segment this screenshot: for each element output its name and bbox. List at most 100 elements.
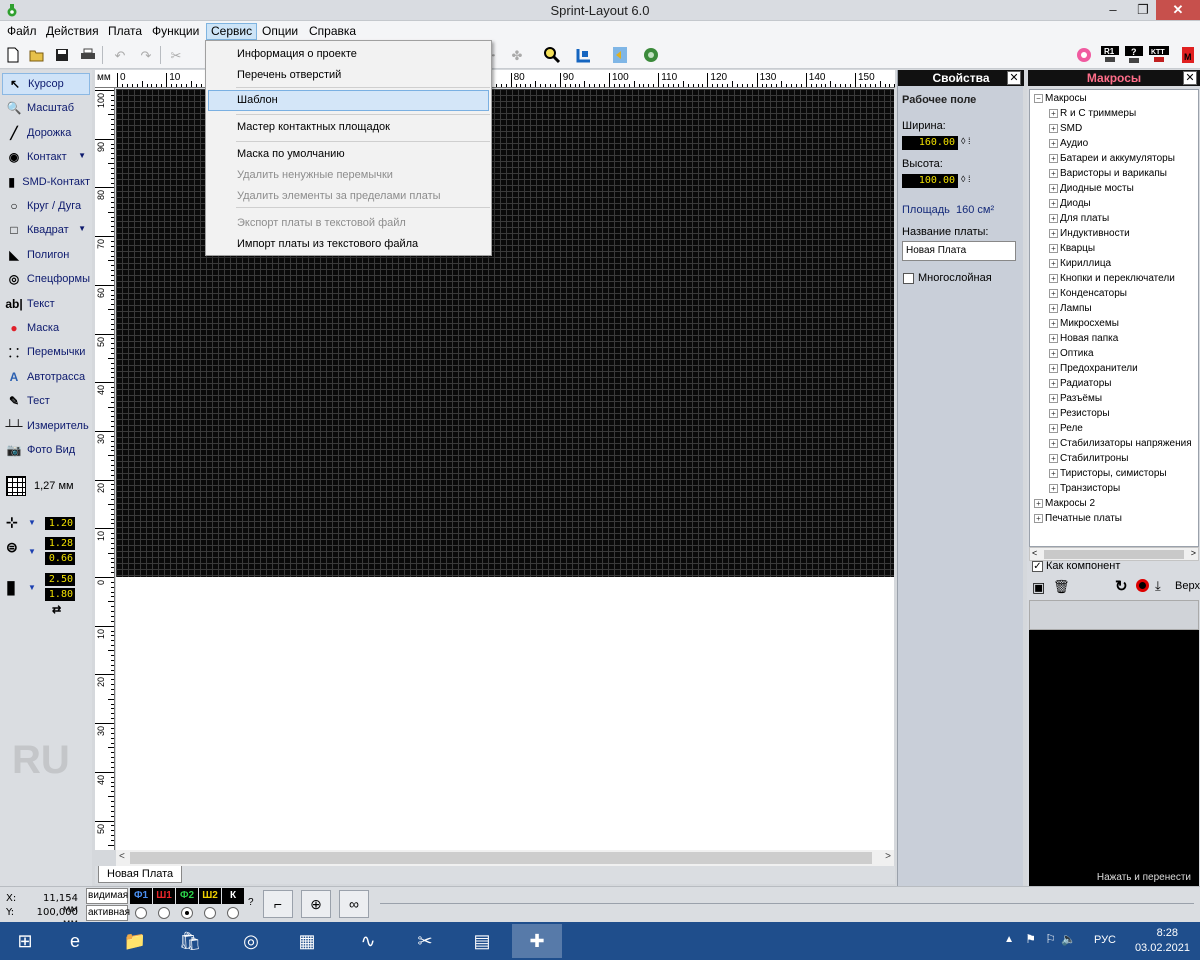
tool-measure[interactable]: ┴┴ Измеритель <box>2 415 90 437</box>
expand-icon[interactable]: + <box>1049 423 1058 433</box>
expand-icon[interactable]: + <box>1049 483 1058 493</box>
tree-node[interactable]: + Транзисторы <box>1049 481 1120 496</box>
tool-cursor[interactable]: ↖ Курсор <box>2 73 90 95</box>
canvas-outside-board[interactable] <box>116 577 894 850</box>
save-macro-icon[interactable]: ▣ <box>1032 579 1045 596</box>
tree-node[interactable]: − Макросы <box>1034 91 1087 106</box>
tree-node[interactable]: + Предохранители <box>1049 361 1138 376</box>
new-file-icon[interactable] <box>3 45 23 65</box>
expand-icon[interactable]: + <box>1049 333 1058 343</box>
tree-node[interactable]: + Оптика <box>1049 346 1094 361</box>
layer-3-visible-toggle[interactable]: Ш2 <box>199 888 221 904</box>
redo-icon[interactable]: ↷ <box>136 45 156 65</box>
scroll-thumb[interactable] <box>130 852 872 864</box>
mask-toggle-icon[interactable] <box>1074 45 1094 65</box>
expand-icon[interactable]: + <box>1049 108 1058 118</box>
tray-time[interactable]: 8:28 <box>1157 927 1178 939</box>
tool-test[interactable]: ✎ Тест <box>2 390 90 412</box>
tool-circle[interactable]: ○ Круг / Дуга <box>2 195 90 217</box>
calculator-icon[interactable]: ▦ <box>282 924 332 958</box>
height-field[interactable]: 100.00 <box>902 174 958 188</box>
expand-icon[interactable]: + <box>1049 408 1058 418</box>
scroll-thumb[interactable] <box>1044 550 1184 559</box>
layer-0-active-radio[interactable] <box>135 907 147 919</box>
menu-item-1[interactable]: Перечень отверстий <box>208 65 489 86</box>
tool-jumpers[interactable]: ⸬ Перемычки <box>2 341 90 363</box>
expand-icon[interactable]: + <box>1049 198 1058 208</box>
menu-item-2[interactable]: Шаблон <box>208 90 489 111</box>
tool-zoom[interactable]: 🔍 Масштаб <box>2 97 90 119</box>
tree-node[interactable]: + Тиристоры, симисторы <box>1049 466 1167 481</box>
tree-node[interactable]: + Радиаторы <box>1049 376 1111 391</box>
collapse-icon[interactable]: − <box>1034 93 1043 103</box>
width-field[interactable]: 160.00 <box>902 136 958 150</box>
macro-preview[interactable]: Нажать и перенести <box>1029 630 1199 886</box>
layer-pairs-button[interactable]: ⌐ <box>263 890 293 918</box>
open-folder-icon[interactable] <box>27 45 47 65</box>
track-width-icon[interactable]: ⊹ <box>6 514 18 531</box>
expand-icon[interactable]: + <box>1049 288 1058 298</box>
tool-text[interactable]: ab| Текст <box>2 293 90 315</box>
pad-inner-field[interactable]: 0.66 <box>45 552 75 565</box>
scroll-left-icon[interactable]: < <box>119 851 125 862</box>
sprint-layout-alt-icon[interactable]: ▤ <box>457 924 507 958</box>
pad-size-icon[interactable]: ⊜ <box>6 539 18 556</box>
undo-icon[interactable]: ↶ <box>110 45 130 65</box>
internet-explorer-icon[interactable]: e <box>50 924 100 958</box>
tree-node[interactable]: + Диодные мосты <box>1049 181 1134 196</box>
tray-flag-icon[interactable]: ⚐ <box>1045 932 1056 946</box>
tree-node[interactable]: + Новая папка <box>1049 331 1118 346</box>
tree-node[interactable]: + Стабилитроны <box>1049 451 1128 466</box>
dropdown-arrow-icon[interactable]: ▼ <box>78 151 86 160</box>
pad-tool-button[interactable]: ⊕ <box>301 890 331 918</box>
paint-icon[interactable]: ✂ <box>400 924 450 958</box>
tool-square[interactable]: □ Квадрат ▼ <box>2 219 90 241</box>
expand-icon[interactable]: + <box>1049 168 1058 178</box>
height-spin-icon[interactable]: ◊ ⁞ <box>961 174 970 184</box>
tab-board[interactable]: Новая Плата <box>98 866 183 883</box>
expand-icon[interactable]: + <box>1049 228 1058 238</box>
tool-track[interactable]: ╱ Дорожка <box>2 122 90 144</box>
expand-icon[interactable]: + <box>1049 378 1058 388</box>
chrome-icon[interactable]: ◎ <box>226 924 276 958</box>
menu-board[interactable]: Плата <box>104 23 146 40</box>
expand-icon[interactable]: + <box>1049 138 1058 148</box>
tree-node[interactable]: + Варисторы и варикапы <box>1049 166 1167 181</box>
tree-node[interactable]: + Батареи и аккумуляторы <box>1049 151 1175 166</box>
oscilloscope-icon[interactable]: ∿ <box>343 924 393 958</box>
scroll-right-icon[interactable]: > <box>885 851 891 862</box>
smd-size-icon[interactable]: ▮ <box>6 577 16 598</box>
tree-node[interactable]: + Макросы 2 <box>1034 496 1095 511</box>
menu-help[interactable]: Справка <box>305 23 360 40</box>
expand-icon[interactable]: + <box>1034 498 1043 508</box>
macros-close-icon[interactable]: ✕ <box>1183 71 1197 85</box>
layer-2-visible-toggle[interactable]: Ф2 <box>176 888 198 904</box>
file-explorer-icon[interactable]: 📁 <box>110 924 160 958</box>
board-name-field[interactable]: Новая Плата <box>902 241 1016 261</box>
layer-3-active-radio[interactable] <box>204 907 216 919</box>
record-icon[interactable] <box>1136 579 1149 592</box>
minimize-button[interactable]: – <box>1096 0 1130 20</box>
store-icon[interactable]: 🛍 <box>165 924 215 958</box>
layers-help-icon[interactable]: ? <box>248 897 254 908</box>
layer-0-visible-toggle[interactable]: Ф1 <box>130 888 152 904</box>
layer-4-active-radio[interactable] <box>227 907 239 919</box>
expand-icon[interactable]: + <box>1049 153 1058 163</box>
tray-date[interactable]: 03.02.2021 <box>1135 942 1190 954</box>
import-image-icon[interactable] <box>610 45 630 65</box>
tree-node[interactable]: + Диоды <box>1049 196 1091 211</box>
menu-item-0[interactable]: Информация о проекте <box>208 44 489 65</box>
macro-tree-scrollbar[interactable]: < > <box>1029 547 1199 561</box>
tool-autoroute[interactable]: A Автотрасса <box>2 366 90 388</box>
red-marker-icon[interactable]: M <box>1178 45 1198 65</box>
pad-size-dropdown-icon[interactable]: ▼ <box>28 547 36 556</box>
tree-node[interactable]: + Лампы <box>1049 301 1092 316</box>
tool-smd[interactable]: ▮ SMD-Контакт <box>2 171 90 193</box>
expand-icon[interactable]: + <box>1049 468 1058 478</box>
expand-icon[interactable]: + <box>1049 438 1058 448</box>
track-width-dropdown-icon[interactable]: ▼ <box>28 518 36 527</box>
expand-icon[interactable]: + <box>1034 513 1043 523</box>
tray-language[interactable]: РУС <box>1094 934 1116 946</box>
menu-service[interactable]: Сервис <box>206 23 258 40</box>
smd-width-field[interactable]: 2.50 <box>45 573 75 586</box>
